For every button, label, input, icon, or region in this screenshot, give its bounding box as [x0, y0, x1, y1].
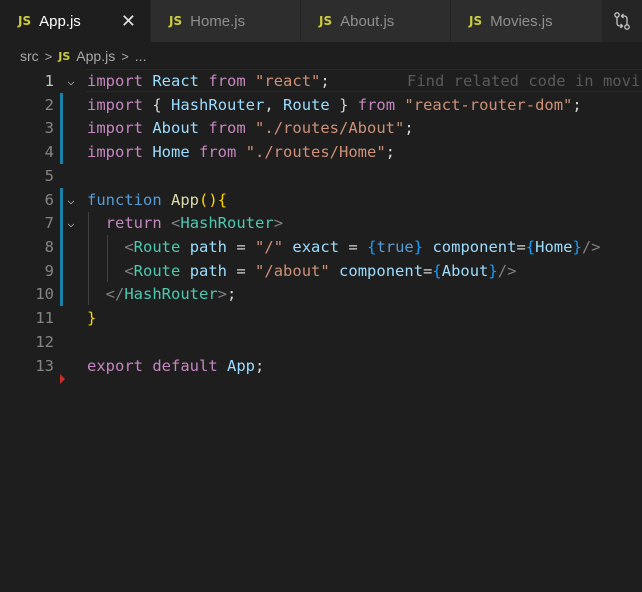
tab-label: Home.js [190, 12, 246, 30]
code-text: return <HashRouter> [105, 214, 284, 233]
line-number: 3 [44, 119, 54, 138]
tab-app-js[interactable]: JS App.js ✕ [0, 0, 151, 42]
javascript-file-icon: JS [319, 14, 333, 28]
breadcrumb-folder[interactable]: src [20, 48, 39, 64]
tab-label: Movies.js [490, 12, 553, 30]
code-text: <Route path = "/" exact = {true} compone… [124, 237, 601, 256]
line-number: 9 [44, 261, 54, 280]
code-text: import { HashRouter, Route } from "react… [87, 95, 582, 114]
javascript-file-icon: JS [469, 14, 483, 28]
breadcrumb: src > JS App.js > ... [0, 44, 642, 68]
line-number: 6 [44, 190, 54, 209]
line-number: 13 [35, 356, 54, 375]
tab-label: About.js [340, 12, 395, 30]
chevron-down-icon[interactable]: ⌵ [64, 74, 78, 88]
close-tab-icon[interactable]: ✕ [121, 11, 136, 32]
code-line: 9 <Route path = "/about" component={Abou… [0, 259, 642, 283]
javascript-file-icon: JS [58, 49, 71, 63]
code-text: function App(){ [87, 190, 228, 209]
code-line: 8 <Route path = "/" exact = {true} compo… [0, 235, 642, 259]
chevron-right-icon: > [121, 48, 129, 64]
line-number: 4 [44, 142, 54, 161]
chevron-down-icon[interactable]: ⌵ [64, 216, 78, 230]
chevron-right-icon: > [44, 48, 53, 64]
line-number: 7 [44, 214, 54, 233]
javascript-file-icon: JS [18, 14, 32, 28]
line-number: 11 [35, 308, 54, 327]
code-editor[interactable]: 1 ⌵ import React from "react"; Find rela… [0, 69, 642, 592]
code-text: } [87, 308, 97, 327]
code-text: <Route path = "/about" component={About}… [124, 261, 517, 280]
open-changes-button[interactable] [602, 0, 642, 42]
line-number: 5 [44, 166, 54, 185]
line-number: 12 [35, 332, 54, 351]
tab-movies-js[interactable]: JS Movies.js [451, 0, 603, 42]
line-number: 10 [35, 285, 54, 304]
code-line: 13 export default App; [0, 354, 642, 378]
line-number: 8 [44, 237, 54, 256]
breadcrumb-symbol[interactable]: ... [135, 48, 147, 64]
tab-label: App.js [39, 12, 81, 30]
code-line: 10 </HashRouter>; [0, 283, 642, 307]
line-number: 2 [44, 95, 54, 114]
code-line: 6 ⌵ function App(){ [0, 188, 642, 212]
code-line: 7 ⌵ return <HashRouter> [0, 212, 642, 236]
code-line: 2 import { HashRouter, Route } from "rea… [0, 93, 642, 117]
breadcrumb-file[interactable]: App.js [76, 48, 115, 64]
tab-home-js[interactable]: JS Home.js [151, 0, 301, 42]
code-text: import Home from "./routes/Home"; [87, 142, 396, 161]
editor-tab-bar: JS App.js ✕ JS Home.js JS About.js JS Mo… [0, 0, 642, 42]
source-control-compare-icon [614, 12, 630, 30]
javascript-file-icon: JS [169, 14, 183, 28]
line-number: 1 [44, 71, 54, 90]
code-line: 3 import About from "./routes/About"; [0, 117, 642, 141]
code-text: import React from "react"; [87, 71, 330, 90]
code-text: export default App; [87, 356, 265, 375]
code-line: 11 } [0, 306, 642, 330]
code-line: 12 [0, 330, 642, 354]
code-text: import About from "./routes/About"; [87, 119, 414, 138]
code-line: 4 import Home from "./routes/Home"; [0, 140, 642, 164]
code-line: 1 ⌵ import React from "react"; Find rela… [0, 69, 642, 93]
code-text: </HashRouter>; [105, 285, 237, 304]
codelens-ghost-text: Find related code in movi [407, 71, 641, 90]
chevron-down-icon[interactable]: ⌵ [64, 193, 78, 207]
code-line: 5 [0, 164, 642, 188]
tab-about-js[interactable]: JS About.js [301, 0, 451, 42]
